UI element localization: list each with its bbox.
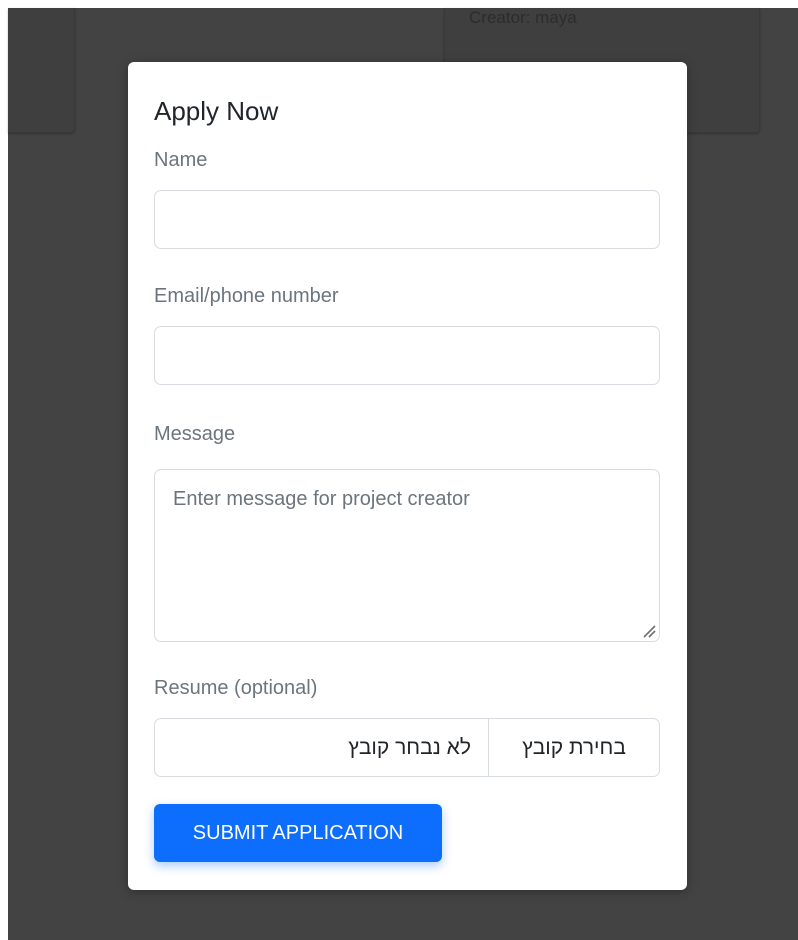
resume-file-input[interactable]: בחירת קובץ לא נבחר קובץ bbox=[154, 718, 660, 777]
name-input[interactable] bbox=[154, 190, 660, 249]
contact-input[interactable] bbox=[154, 326, 660, 385]
project-creator-text: Creator: maya bbox=[469, 8, 577, 27]
contact-label: Email/phone number bbox=[154, 285, 339, 307]
modal-title: Apply Now bbox=[154, 96, 279, 126]
resume-label: Resume (optional) bbox=[154, 677, 318, 699]
apply-modal: Apply Now Name Email/phone number Messag… bbox=[128, 62, 687, 890]
message-label: Message bbox=[154, 423, 236, 445]
background-project-card bbox=[8, 8, 75, 133]
choose-file-button[interactable]: בחירת קובץ bbox=[488, 719, 659, 776]
name-label: Name bbox=[154, 149, 208, 171]
resize-grip-icon[interactable] bbox=[642, 624, 656, 638]
file-status-text: לא נבחר קובץ bbox=[348, 735, 471, 759]
message-textarea[interactable] bbox=[154, 469, 660, 642]
submit-application-button[interactable]: SUBMIT APPLICATION bbox=[154, 804, 442, 862]
